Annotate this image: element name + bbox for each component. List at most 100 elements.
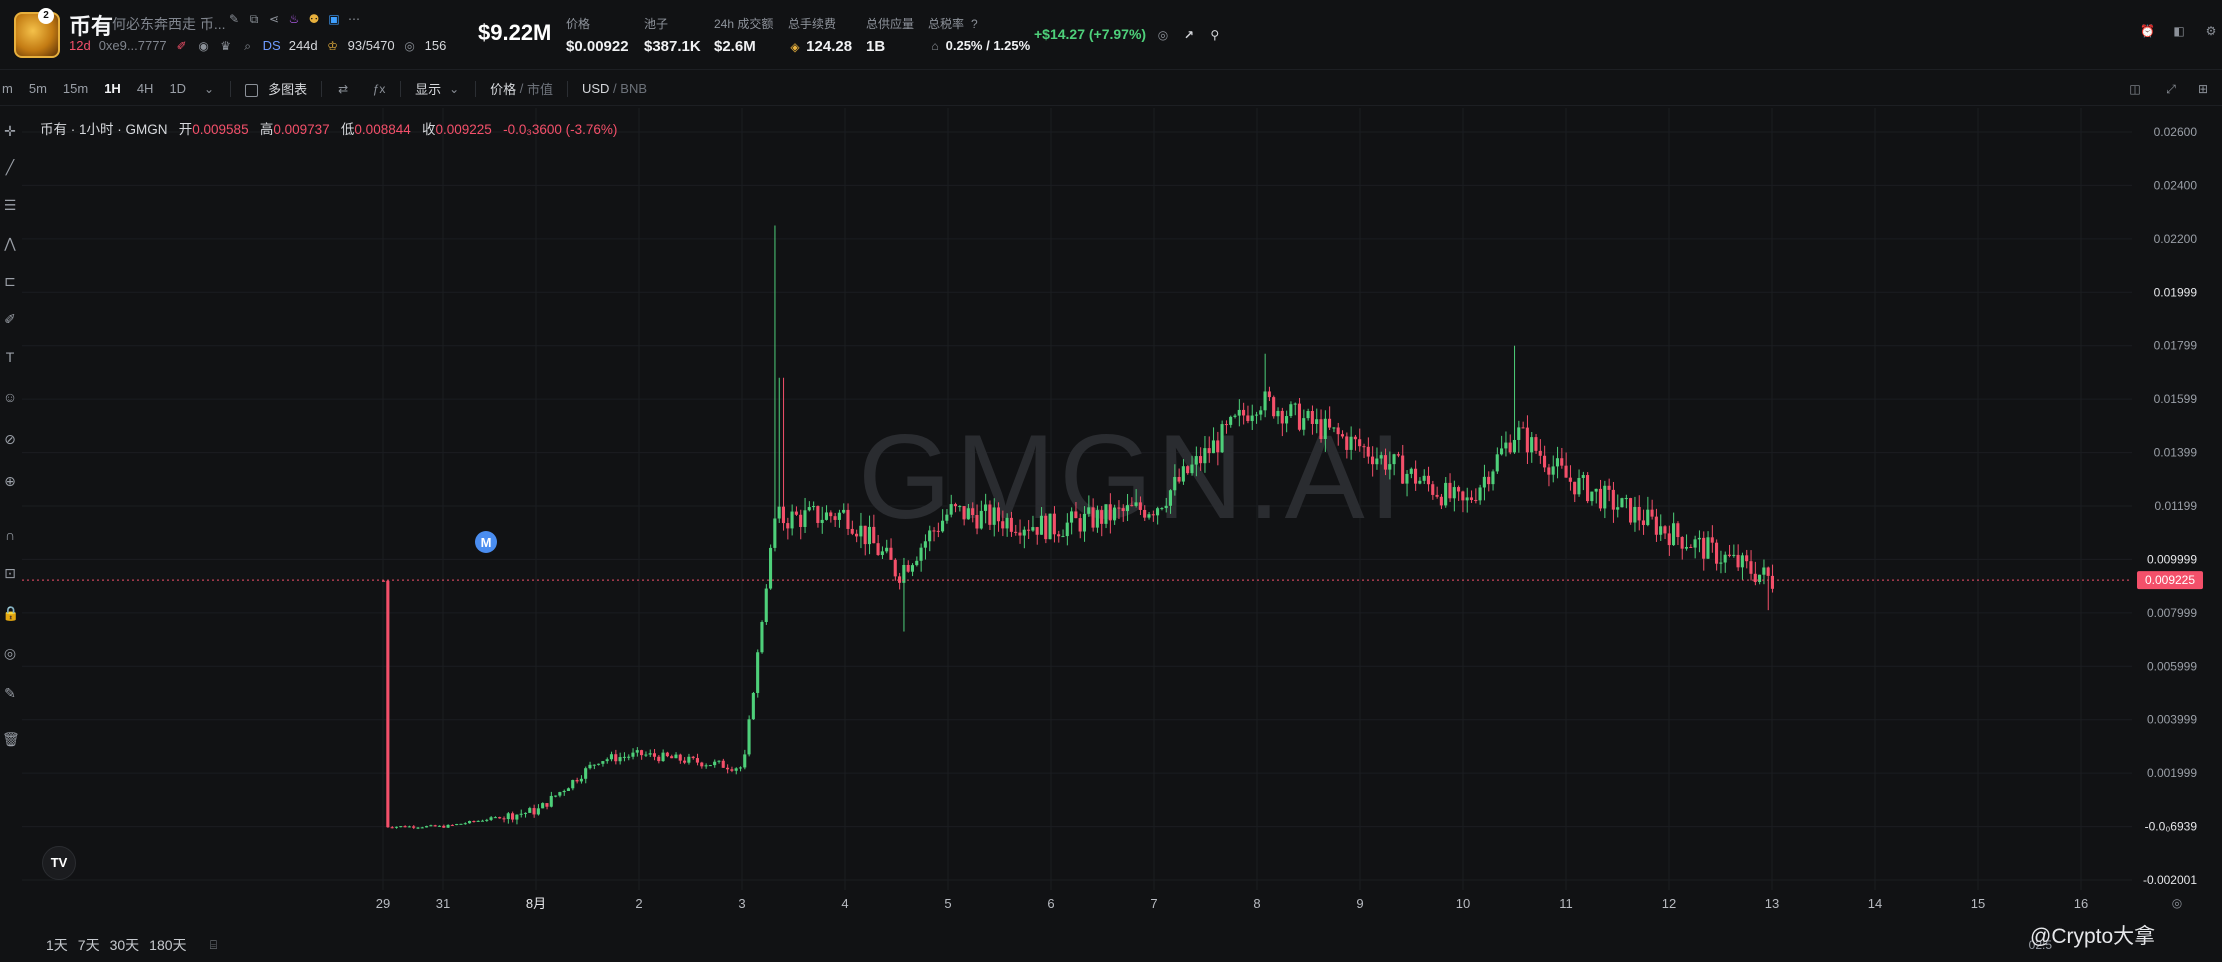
lock-icon[interactable]: 🔒 xyxy=(2,606,19,620)
copy-icon[interactable]: ⧉ xyxy=(247,12,261,26)
ds-label[interactable]: DS xyxy=(263,38,281,53)
candle-body xyxy=(1151,514,1155,516)
magnet-icon[interactable]: ∩ xyxy=(2,528,18,542)
candle-body xyxy=(726,767,730,770)
timeframe-1d[interactable]: 1D xyxy=(169,81,186,96)
display-menu[interactable]: 显示 xyxy=(415,79,441,98)
market-cap: $9.22M xyxy=(478,20,552,45)
candle-body xyxy=(915,560,919,566)
range-7d[interactable]: 7天 xyxy=(78,935,100,955)
range-180d[interactable]: 180天 xyxy=(149,935,186,955)
bnb-toggle[interactable]: BNB xyxy=(620,81,647,96)
candle-body xyxy=(988,504,992,525)
timeframe-1h[interactable]: 1H xyxy=(104,81,121,96)
range-1d[interactable]: 1天 xyxy=(46,935,68,955)
candle-body xyxy=(652,753,656,757)
chart-canvas[interactable]: GMGN.AI 0.026000.024000.022000.019990.01… xyxy=(22,108,2222,930)
help-icon[interactable]: ? xyxy=(967,17,981,31)
timeframe-15m[interactable]: 15m xyxy=(63,81,88,96)
candle-body xyxy=(979,510,983,529)
trash-icon[interactable]: 🗑 xyxy=(2,732,20,746)
candle-body xyxy=(1646,509,1650,526)
x-tick-label: 15 xyxy=(1971,896,1985,911)
zoom-icon[interactable]: ⊕ xyxy=(2,474,18,488)
candle-body xyxy=(1474,499,1478,501)
y-tick-label: 0.01199 xyxy=(2155,499,2198,513)
candle-body xyxy=(1684,546,1688,549)
brush-icon[interactable]: ✐ xyxy=(2,312,18,326)
candle-body xyxy=(618,757,622,762)
lock-drawing-icon[interactable]: ⊡ xyxy=(2,566,18,580)
candle-body xyxy=(579,778,583,782)
candle-body xyxy=(885,547,889,552)
chevron-down-icon[interactable]: ⌄ xyxy=(447,82,461,96)
x-tick-label: 8 xyxy=(1253,896,1260,911)
candle-body xyxy=(558,792,562,796)
close-value: 0.009225 xyxy=(435,122,492,137)
candle-body xyxy=(1121,508,1125,512)
candle-body xyxy=(1242,409,1246,416)
change-value: +$14.27 (+7.97%) xyxy=(1034,26,1147,42)
candle-body xyxy=(928,530,932,542)
price-toggle[interactable]: 价格 xyxy=(490,79,516,98)
checkbox[interactable] xyxy=(245,84,259,98)
y-axis: 0.02600 0.02400 0.02200 0.01999 0.01799 0.015… xyxy=(2143,125,2197,887)
candle-body xyxy=(1766,567,1770,576)
candle-body xyxy=(1108,504,1112,521)
range-30d[interactable]: 30天 xyxy=(110,935,140,955)
sidebar-toggle-icon[interactable]: ◧ xyxy=(2172,24,2186,38)
candle-body xyxy=(1654,516,1658,535)
auto-scale-icon[interactable]: ◎ xyxy=(2170,896,2184,910)
search-icon[interactable]: ⌕ xyxy=(241,39,255,53)
x-tick-label: 16 xyxy=(2074,896,2088,911)
calendar-icon[interactable]: ⌸ xyxy=(207,938,221,952)
usd-toggle[interactable]: USD xyxy=(582,81,609,96)
price-chart[interactable]: GMGN.AI 0.02600 0.02400 0.02200 0.01999 0.01… xyxy=(22,108,2222,930)
timeframe-m[interactable]: m xyxy=(2,81,13,96)
timeframe-4h[interactable]: 4H xyxy=(137,81,154,96)
globe-icon[interactable]: ◉ xyxy=(197,39,211,53)
candle-body xyxy=(880,551,884,556)
candle-body xyxy=(1495,454,1499,472)
pin-icon[interactable]: ⚲ xyxy=(1208,28,1222,42)
more-icon[interactable]: ⋯ xyxy=(347,12,361,26)
external-link-icon[interactable]: ↗ xyxy=(1182,28,1196,42)
candle-body xyxy=(1233,415,1237,417)
share-icon[interactable]: ⋖ xyxy=(267,12,281,26)
mcap-toggle[interactable]: 市值 xyxy=(527,79,553,98)
alarm-icon[interactable]: ⏰ xyxy=(2140,24,2155,38)
pen-icon[interactable]: ✐ xyxy=(175,39,189,53)
eye-toggle-icon[interactable]: ◎ xyxy=(1156,28,1170,42)
candle-body xyxy=(1371,456,1375,465)
settings-icon[interactable]: ⚙ xyxy=(2204,24,2218,38)
compare-icon[interactable]: ⇄ xyxy=(336,82,350,96)
text-icon[interactable]: T xyxy=(2,350,18,364)
y-tick-label: 0.001999 xyxy=(2147,766,2197,780)
candle-body xyxy=(1534,437,1538,451)
timeframe-5m[interactable]: 5m xyxy=(29,81,47,96)
candle-body xyxy=(842,509,846,513)
token-address[interactable]: 0xe9...7777 xyxy=(99,38,167,53)
projection-icon[interactable]: ⊏ xyxy=(2,274,18,288)
favorite-drawing-icon[interactable]: ✎ xyxy=(2,686,18,700)
candle-body xyxy=(635,750,639,753)
event-marker[interactable]: M xyxy=(475,531,497,553)
crosshair-icon[interactable]: ✛ xyxy=(2,124,18,138)
candle-body xyxy=(872,526,876,544)
chevron-down-icon[interactable]: ⌄ xyxy=(202,82,216,96)
candle-body xyxy=(1732,554,1736,556)
multi-chart-toggle[interactable]: 多图表 xyxy=(245,79,307,98)
eye-icon[interactable]: ◎ xyxy=(2,646,18,660)
fullscreen-icon[interactable]: ⤢ xyxy=(2164,82,2178,96)
fib-icon[interactable]: ☰ xyxy=(2,198,18,212)
layout-icon[interactable]: ⊞ xyxy=(2196,82,2210,96)
edit-icon[interactable]: ✎ xyxy=(227,12,241,26)
ruler-icon[interactable]: ⊘ xyxy=(2,432,18,446)
tradingview-logo[interactable]: TV xyxy=(42,846,76,880)
indicators-icon[interactable]: ƒx xyxy=(372,82,386,96)
trendline-icon[interactable]: ╱ xyxy=(2,160,18,174)
emoji-icon[interactable]: ☺ xyxy=(2,390,18,404)
chef-icon[interactable]: ♛ xyxy=(219,39,233,53)
pattern-icon[interactable]: ⋀ xyxy=(2,236,18,250)
camera-icon[interactable]: ◫ xyxy=(2128,82,2142,96)
